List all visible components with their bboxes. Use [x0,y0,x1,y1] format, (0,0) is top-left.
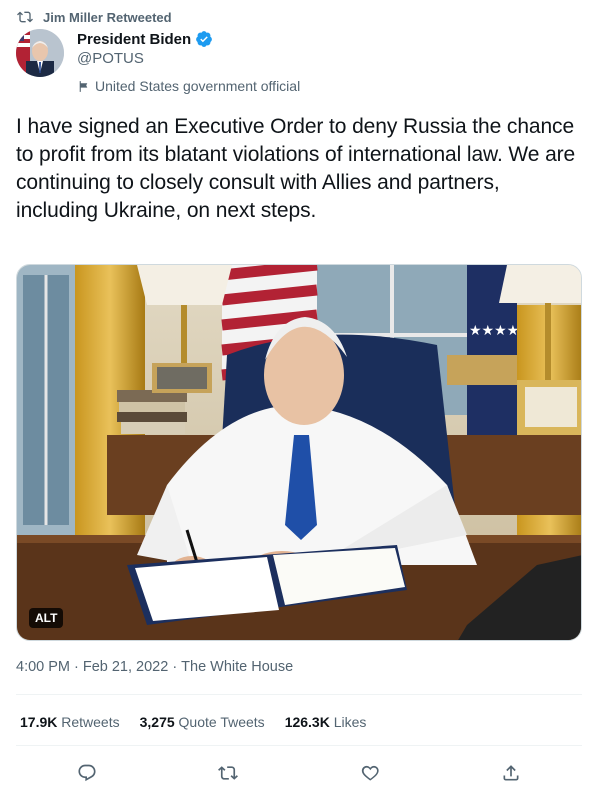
retweet-indicator[interactable]: Jim Miller Retweeted [17,8,172,26]
retweet-button[interactable] [211,756,245,790]
quote-tweets-stat[interactable]: 3,275 Quote Tweets [140,714,265,730]
meta-separator: · [74,659,79,675]
like-icon [361,765,379,781]
share-icon [503,765,519,781]
author-handle[interactable]: @POTUS [77,50,300,70]
retweet-icon [218,766,239,780]
tweet-metadata: 4:00 PM · Feb 21, 2022 · The White House [16,659,293,679]
government-label[interactable]: United States government official [77,78,300,94]
alt-badge[interactable]: ALT [29,608,64,628]
reply-icon [78,764,96,782]
reply-button[interactable] [70,756,104,790]
tweet-image[interactable]: ★★★★ ALT [16,264,582,641]
tweet-source[interactable]: The White House [181,659,293,679]
tweet-text: I have signed an Executive Order to deny… [16,115,576,222]
meta-separator: · [172,659,178,675]
flag-icon [79,80,88,92]
retweets-stat[interactable]: 17.9K Retweets [20,714,120,730]
divider [16,694,582,695]
divider [16,745,582,746]
svg-text:★★★★: ★★★★ [469,323,519,339]
avatar[interactable] [16,29,64,77]
retweeted-by-text[interactable]: Jim Miller Retweeted [43,10,172,25]
tweet-time[interactable]: 4:00 PM [16,659,70,679]
author-name[interactable]: President Biden [77,31,191,48]
share-button[interactable] [494,756,528,790]
government-label-text: United States government official [95,78,301,94]
verified-badge-icon [196,31,213,47]
tweet-date[interactable]: Feb 21, 2022 [83,659,168,679]
action-bar [16,756,582,790]
engagement-stats: 17.9K Retweets 3,275 Quote Tweets 126.3K… [20,713,366,731]
author-block: President Biden @POTUS United States gov… [77,29,300,95]
like-button[interactable] [353,756,387,790]
retweet-icon [17,11,33,23]
likes-stat[interactable]: 126.3K Likes [285,714,367,730]
